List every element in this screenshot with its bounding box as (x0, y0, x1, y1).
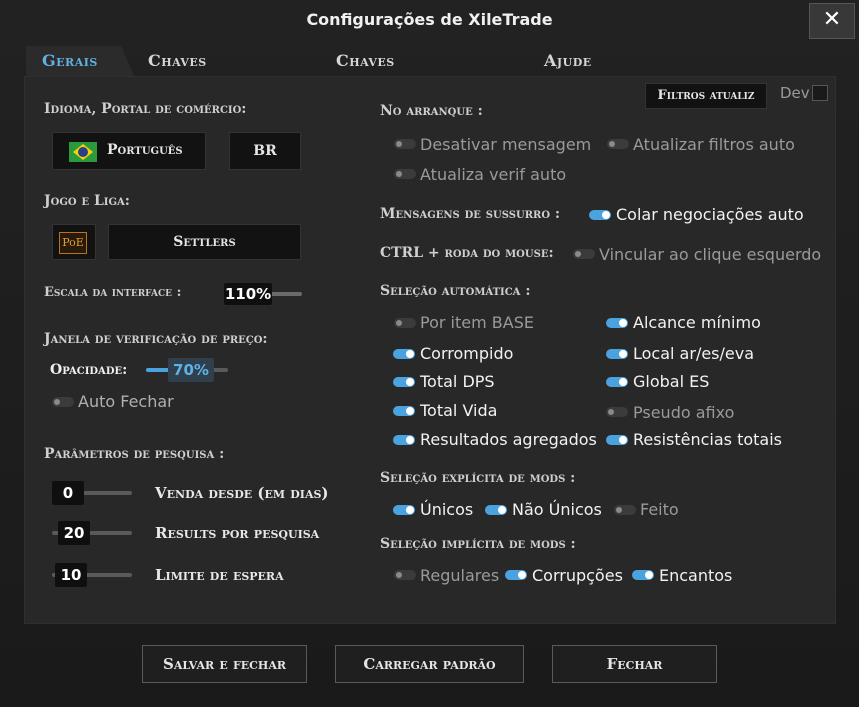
total-dps-label: Total DPS (420, 372, 495, 391)
enchants-label: Encantos (659, 566, 733, 585)
title-bar: Configurações de XileTrade ✕ (0, 0, 859, 42)
sale-days-label: Venda desde (em dias) (155, 484, 329, 502)
opacity-label: Opacidade: (50, 362, 128, 378)
sale-days-value[interactable]: 0 (52, 481, 84, 505)
enchants-toggle[interactable] (632, 570, 654, 580)
scale-value[interactable]: 110% (224, 283, 272, 305)
explicit-mods-heading: Seleção explícita de mods : (380, 470, 576, 486)
uniques-toggle[interactable] (393, 505, 415, 515)
total-dps-toggle[interactable] (393, 377, 415, 387)
non-uniques-toggle[interactable] (485, 505, 507, 515)
disable-message-label: Desativar mensagem (420, 135, 592, 154)
results-value[interactable]: 20 (58, 521, 90, 545)
load-default-button[interactable]: Carregar padrão (335, 645, 524, 683)
corrupted-toggle[interactable] (393, 349, 415, 359)
save-close-button[interactable]: Salvar e fechar (142, 645, 307, 683)
implicit-mods-heading: Seleção implícita de mods : (380, 536, 576, 552)
wait-limit-value[interactable]: 10 (55, 563, 87, 587)
search-params-heading: Parâmetros de pesquisa : (44, 446, 225, 462)
auto-select-heading: Seleção automática : (380, 283, 531, 299)
filters-update-button[interactable]: Filtros atualiz (645, 83, 767, 109)
ctrl-wheel-heading: CTRL + roda do mouse: (380, 245, 554, 261)
min-range-label: Alcance mínimo (633, 313, 761, 332)
game-heading: Jogo e Liga: (44, 193, 130, 209)
language-value: Português (107, 142, 183, 158)
per-base-label: Por item BASE (420, 313, 534, 332)
poe-logo-icon: PoE (59, 232, 87, 254)
update-filters-auto-label: Atualizar filtros auto (633, 135, 795, 154)
uniques-label: Únicos (420, 500, 474, 519)
game-select[interactable]: PoE (52, 224, 96, 260)
aggregated-results-toggle[interactable] (393, 435, 415, 445)
startup-heading: No arranque : (380, 103, 483, 119)
settings-window: Configurações de XileTrade ✕ Gerais Chav… (0, 0, 859, 707)
window-title: Configurações de XileTrade (306, 10, 553, 29)
paste-trades-label: Colar negociações auto (616, 205, 804, 224)
local-defence-toggle[interactable] (606, 349, 628, 359)
language-heading: Idioma, Portal de comércio: (44, 101, 247, 117)
crafted-toggle[interactable] (614, 505, 636, 515)
wait-limit-label: Limite de espera (155, 566, 284, 584)
pseudo-affix-toggle[interactable] (606, 407, 628, 417)
left-click-bind-toggle[interactable] (573, 249, 595, 259)
corrupted-label: Corrompido (420, 344, 514, 363)
corruptions-toggle[interactable] (505, 570, 527, 580)
brazil-flag-icon (69, 142, 97, 162)
total-resistances-toggle[interactable] (606, 435, 628, 445)
dev-checkbox[interactable] (812, 85, 828, 101)
total-life-toggle[interactable] (393, 406, 415, 416)
pseudo-affix-label: Pseudo afixo (633, 403, 735, 422)
total-resistances-label: Resistências totais (633, 430, 783, 449)
opacity-value[interactable]: 70% (168, 358, 214, 382)
crafted-label: Feito (640, 500, 679, 519)
tab-help[interactable]: Ajude (544, 46, 592, 76)
price-window-heading: Janela de verificação de preço: (44, 331, 268, 347)
aggregated-results-label: Resultados agregados (420, 430, 597, 449)
auto-close-label: Auto Fechar (78, 392, 174, 411)
tab-common-keys[interactable]: Chaves comuns (148, 46, 209, 100)
update-filters-auto-toggle[interactable] (607, 139, 629, 149)
update-check-auto-label: Atualiza verif auto (420, 165, 567, 184)
global-es-label: Global ES (633, 372, 710, 391)
regular-toggle[interactable] (394, 570, 416, 580)
min-range-toggle[interactable] (606, 318, 628, 328)
total-life-label: Total Vida (420, 401, 498, 420)
regular-label: Regulares (420, 566, 500, 585)
league-select[interactable]: Settlers (108, 224, 301, 260)
portal-select[interactable]: BR (229, 132, 301, 170)
paste-trades-toggle[interactable] (589, 210, 611, 220)
global-es-toggle[interactable] (606, 377, 628, 387)
whisper-heading: Mensagens de sussurro : (380, 206, 561, 222)
local-defence-label: Local ar/es/eva (633, 344, 755, 363)
disable-message-toggle[interactable] (394, 139, 416, 149)
auto-close-toggle[interactable] (52, 397, 74, 407)
close-icon[interactable]: ✕ (809, 3, 855, 39)
close-button[interactable]: Fechar (552, 645, 717, 683)
dev-label: Dev (780, 84, 810, 102)
tab-general[interactable]: Gerais (26, 46, 134, 76)
left-click-bind-label: Vincular ao clique esquerdo (599, 245, 822, 264)
language-select[interactable]: Português (52, 132, 206, 170)
corruptions-label: Corrupções (532, 566, 623, 585)
tab-additional-keys[interactable]: Chaves adicionais (336, 46, 419, 100)
per-base-toggle[interactable] (394, 318, 416, 328)
non-uniques-label: Não Únicos (512, 500, 602, 519)
update-check-auto-toggle[interactable] (394, 169, 416, 179)
scale-label: Escala da interface : (44, 285, 182, 300)
results-label: Results por pesquisa (155, 524, 320, 542)
